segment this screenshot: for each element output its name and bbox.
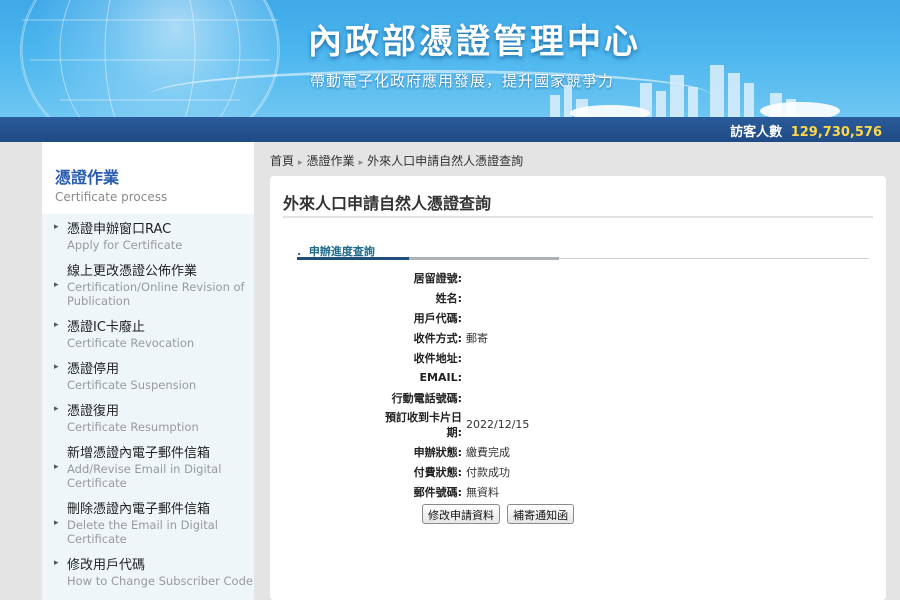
sidebar-item-sublabel: Apply for Certificate [67,238,183,252]
field-value-email [466,368,666,388]
bullet-arrow-icon: ▸ [54,280,59,290]
field-label-mobile: 行動電話號碼: [391,391,462,405]
sidebar-item-label: 憑證復用 [67,404,120,419]
table-row: EMAIL: [370,368,666,388]
breadcrumb-separator-icon: ▸ [298,158,303,168]
header-banner: 內政部憑證管理中心 帶動電子化政府應用發展，提升國家競爭力 [0,0,900,117]
table-row: 用戶代碼: [370,308,666,328]
tab-underline [409,257,559,260]
field-value-payment-status: 付款成功 [466,465,510,479]
application-info-table: 居留證號: 姓名: 用戶代碼: 收件方式: 郵寄 收件地址: EMAIL: 行動… [370,268,666,502]
sidebar-item-label: 憑證停用 [67,362,120,377]
visitor-label: 訪客人數 [730,125,783,140]
resend-notice-button[interactable]: 補寄通知函 [507,504,575,524]
visitor-count: 129,730,576 [790,125,882,140]
sidebar-item-label: 修改用戶代碼 [67,558,146,573]
table-row: 預訂收到卡片日期: 2022/12/15 [370,408,666,442]
table-row: 申辦狀態: 繳費完成 [370,442,666,462]
sidebar-item-resumption[interactable]: ▸ 憑證復用 Certificate Resumption [42,404,254,434]
sidebar-item-sublabel: Delete the Email in Digital Certificate [67,518,218,546]
table-row: 付費狀態: 付款成功 [370,462,666,482]
field-label-residence-id: 居留證號: [413,272,462,285]
bullet-arrow-icon: ▸ [54,320,59,330]
bullet-arrow-icon: ▸ [54,518,59,528]
sidebar-item-label: 憑證IC卡廢止 [67,320,145,335]
field-label-delivery-method: 收件方式: [413,332,462,345]
field-value-residence-id [466,268,666,288]
bullet-arrow-icon: ▸ [54,362,59,372]
sidebar-title: 憑證作業 [55,168,120,187]
bullet-arrow-icon: ▸ [54,404,59,414]
sidebar-item-delete-email[interactable]: ▸ 刪除憑證內電子郵件信箱 Delete the Email in Digita… [42,502,254,546]
title-divider [283,216,873,218]
table-row: 郵件號碼: 無資料 [370,482,666,502]
breadcrumb-home-link[interactable]: 首頁 [270,154,294,168]
sidebar-item-revocation[interactable]: ▸ 憑證IC卡廢止 Certificate Revocation [42,320,254,350]
field-label-user-code: 用戶代碼: [413,312,462,325]
sidebar-item-add-email[interactable]: ▸ 新增憑證內電子郵件信箱 Add/Revise Email in Digita… [42,446,254,490]
field-label-mail-number: 郵件號碼: [413,485,462,499]
breadcrumb-current: 外來人口申請自然人憑證查詢 [367,154,524,168]
action-buttons: 修改申請資料 補寄通知函 [422,504,576,524]
field-label-address: 收件地址: [413,352,462,365]
sidebar-item-sublabel: Certification/Online Revision of Publica… [67,280,245,308]
section-divider [559,258,869,259]
sidebar-item-label: 刪除憑證內電子郵件信箱 [67,502,211,517]
visitor-counter: 訪客人數 129,730,576 [730,121,882,140]
sidebar-item-apply-certificate[interactable]: ▸ 憑證申辦窗口RAC Apply for Certificate [42,222,254,252]
bullet-arrow-icon: ▸ [54,222,59,232]
sidebar-item-online-revision[interactable]: ▸ 線上更改憑證公佈作業 Certification/Online Revisi… [42,264,254,308]
sidebar-item-label: 憑證申辦窗口RAC [67,222,172,237]
sidebar-item-change-subscriber-code[interactable]: ▸ 修改用戶代碼 How to Change Subscriber Code [42,558,254,588]
table-row: 收件地址: [370,348,666,368]
sidebar: 憑證作業 Certificate process ▸ 憑證申辦窗口RAC App… [42,142,254,600]
sidebar-item-label: 線上更改憑證公佈作業 [67,264,198,279]
sidebar-item-sublabel: How to Change Subscriber Code [67,574,253,588]
table-row: 收件方式: 郵寄 [370,328,666,348]
field-label-payment-status: 付費狀態: [413,465,462,479]
field-label-email: EMAIL: [419,371,462,385]
sidebar-item-suspension[interactable]: ▸ 憑證停用 Certificate Suspension [42,362,254,392]
table-row: 姓名: [370,288,666,308]
sidebar-menu: ▸ 憑證申辦窗口RAC Apply for Certificate ▸ 線上更改… [42,214,254,588]
main-content: 外來人口申請自然人憑證查詢 . 申辦進度查詢 居留證號: 姓名: 用戶代碼: 收… [270,176,886,600]
sidebar-item-sublabel: Certificate Suspension [67,378,197,392]
field-value-mobile [466,388,666,408]
sidebar-item-sublabel: Certificate Revocation [67,336,195,350]
city-skyline-graphic [550,65,840,117]
field-label-name: 姓名: [435,292,462,305]
page-title: 外來人口申請自然人憑證查詢 [283,194,492,213]
tab-underline-active [297,257,409,260]
bullet-arrow-icon: ▸ [54,558,59,568]
table-row: 居留證號: [370,268,666,288]
breadcrumb-separator-icon: ▸ [358,158,364,168]
sidebar-item-sublabel: Certificate Resumption [67,420,199,434]
field-value-user-code [466,308,666,328]
field-value-mail-number: 無資料 [466,485,499,499]
table-row: 行動電話號碼: [370,388,666,408]
modify-application-button[interactable]: 修改申請資料 [422,504,500,524]
field-value-application-status: 繳費完成 [466,445,510,459]
breadcrumb-section-link[interactable]: 憑證作業 [307,154,355,168]
sidebar-item-label: 新增憑證內電子郵件信箱 [67,446,211,461]
sidebar-item-sublabel: Add/Revise Email in Digital Certificate [67,462,222,490]
visitor-bar: 訪客人數 129,730,576 [0,117,900,142]
sidebar-header: 憑證作業 Certificate process [42,142,254,214]
field-label-application-status: 申辦狀態: [413,445,462,459]
sidebar-subtitle: Certificate process [55,190,168,204]
field-value-address [466,348,666,368]
field-value-expected-date: 2022/12/15 [466,418,530,432]
breadcrumb: 首頁 ▸ 憑證作業 ▸ 外來人口申請自然人憑證查詢 [270,152,523,169]
field-value-name [466,288,666,308]
field-value-delivery-method: 郵寄 [466,332,488,345]
bullet-arrow-icon: ▸ [54,462,59,472]
field-label-expected-date: 預訂收到卡片日期: [385,410,462,439]
